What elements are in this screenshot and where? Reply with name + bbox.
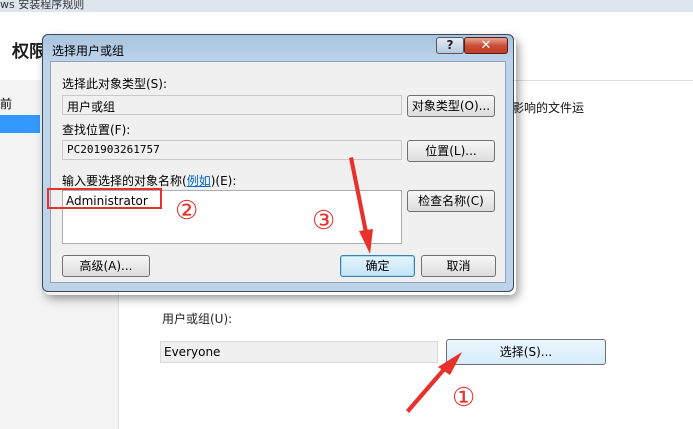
arrow-to-select-button: [406, 352, 462, 413]
arrow-to-ok-button: [349, 157, 373, 254]
annotation-arrows: [349, 157, 462, 413]
